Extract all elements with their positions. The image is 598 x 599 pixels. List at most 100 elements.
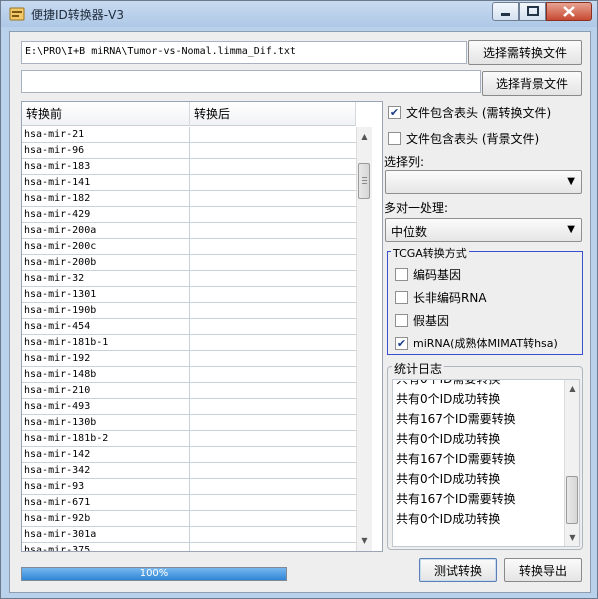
cell-before[interactable]: hsa-mir-1301 <box>22 287 190 303</box>
cell-after[interactable] <box>190 495 356 511</box>
cell-after[interactable] <box>190 159 356 175</box>
select-background-button[interactable]: 选择背景文件 <box>482 71 582 96</box>
tcga-pseudogene-checkbox[interactable] <box>395 314 408 327</box>
cell-before[interactable]: hsa-mir-32 <box>22 271 190 287</box>
header-target-checkbox[interactable]: ✔ <box>388 106 401 119</box>
scroll-thumb[interactable] <box>358 163 370 199</box>
cell-before[interactable]: hsa-mir-493 <box>22 399 190 415</box>
table-row[interactable]: hsa-mir-493 <box>22 399 356 415</box>
tcga-mirna-checkbox[interactable]: ✔ <box>395 336 408 350</box>
table-row[interactable]: hsa-mir-141 <box>22 175 356 191</box>
cell-before[interactable]: hsa-mir-429 <box>22 207 190 223</box>
table-row[interactable]: hsa-mir-130b <box>22 415 356 431</box>
tcga-option-lncrna[interactable]: 长非编码RNA <box>395 289 487 306</box>
test-convert-button[interactable]: 测试转换 <box>419 558 497 582</box>
title-bar[interactable]: 便捷ID转换器-V3 <box>1 1 597 27</box>
scroll-down-arrow-icon[interactable]: ▼ <box>357 533 372 548</box>
table-row[interactable]: hsa-mir-183 <box>22 159 356 175</box>
log-textarea[interactable]: 共有0个ID需要转换 共有0个ID成功转换 共有167个ID需要转换 共有0个ID成… <box>392 379 580 547</box>
cell-after[interactable] <box>190 191 356 207</box>
cell-before[interactable]: hsa-mir-200c <box>22 239 190 255</box>
table-row[interactable]: hsa-mir-200b <box>22 255 356 271</box>
table-row[interactable]: hsa-mir-92b <box>22 511 356 527</box>
header-background-option[interactable]: 文件包含表头 (背景文件) <box>388 130 539 147</box>
cell-before[interactable]: hsa-mir-141 <box>22 175 190 191</box>
cell-after[interactable] <box>190 207 356 223</box>
cell-after[interactable] <box>190 319 356 335</box>
table-scrollbar[interactable]: ▲ ▼ <box>356 127 372 551</box>
table-row[interactable]: hsa-mir-192 <box>22 351 356 367</box>
table-row[interactable]: hsa-mir-148b <box>22 367 356 383</box>
scroll-down-arrow-icon[interactable]: ▼ <box>565 530 579 545</box>
cell-after[interactable] <box>190 351 356 367</box>
table-row[interactable]: hsa-mir-190b <box>22 303 356 319</box>
table-row[interactable]: hsa-mir-200c <box>22 239 356 255</box>
select-column-dropdown[interactable]: ▼ <box>385 170 582 194</box>
cell-before[interactable]: hsa-mir-182 <box>22 191 190 207</box>
cell-after[interactable] <box>190 447 356 463</box>
cell-before[interactable]: hsa-mir-181b-1 <box>22 335 190 351</box>
header-target-option[interactable]: ✔ 文件包含表头 (需转换文件) <box>388 104 551 121</box>
cell-after[interactable] <box>190 271 356 287</box>
table-row[interactable]: hsa-mir-1301 <box>22 287 356 303</box>
cell-after[interactable] <box>190 239 356 255</box>
tcga-coding-checkbox[interactable] <box>395 268 408 281</box>
cell-before[interactable]: hsa-mir-190b <box>22 303 190 319</box>
cell-after[interactable] <box>190 367 356 383</box>
multi-dropdown[interactable]: 中位数 ▼ <box>385 218 582 242</box>
scroll-up-arrow-icon[interactable]: ▲ <box>565 381 579 396</box>
table-row[interactable]: hsa-mir-301a <box>22 527 356 543</box>
table-row[interactable]: hsa-mir-210 <box>22 383 356 399</box>
cell-after[interactable] <box>190 463 356 479</box>
cell-after[interactable] <box>190 127 356 143</box>
cell-before[interactable]: hsa-mir-454 <box>22 319 190 335</box>
cell-before[interactable]: hsa-mir-200a <box>22 223 190 239</box>
cell-after[interactable] <box>190 335 356 351</box>
cell-before[interactable]: hsa-mir-200b <box>22 255 190 271</box>
cell-after[interactable] <box>190 287 356 303</box>
cell-after[interactable] <box>190 223 356 239</box>
cell-after[interactable] <box>190 415 356 431</box>
cell-after[interactable] <box>190 143 356 159</box>
cell-before[interactable]: hsa-mir-671 <box>22 495 190 511</box>
cell-before[interactable]: hsa-mir-130b <box>22 415 190 431</box>
table-row[interactable]: hsa-mir-96 <box>22 143 356 159</box>
table-row[interactable]: hsa-mir-671 <box>22 495 356 511</box>
cell-before[interactable]: hsa-mir-375 <box>22 543 190 551</box>
table-row[interactable]: hsa-mir-200a <box>22 223 356 239</box>
cell-before[interactable]: hsa-mir-148b <box>22 367 190 383</box>
cell-after[interactable] <box>190 527 356 543</box>
log-scrollbar[interactable]: ▲ ▼ <box>564 380 579 546</box>
tcga-option-coding[interactable]: 编码基因 <box>395 266 461 283</box>
cell-after[interactable] <box>190 479 356 495</box>
cell-after[interactable] <box>190 543 356 551</box>
scroll-up-arrow-icon[interactable]: ▲ <box>357 129 372 144</box>
log-scroll-thumb[interactable] <box>566 476 578 524</box>
tcga-option-pseudogene[interactable]: 假基因 <box>395 312 449 329</box>
cell-before[interactable]: hsa-mir-301a <box>22 527 190 543</box>
cell-after[interactable] <box>190 255 356 271</box>
select-file-button[interactable]: 选择需转换文件 <box>468 40 582 65</box>
tcga-lncrna-checkbox[interactable] <box>395 291 408 304</box>
table-row[interactable]: hsa-mir-142 <box>22 447 356 463</box>
table-row[interactable]: hsa-mir-93 <box>22 479 356 495</box>
cell-before[interactable]: hsa-mir-96 <box>22 143 190 159</box>
maximize-button[interactable] <box>519 2 546 21</box>
header-background-checkbox[interactable] <box>388 132 401 145</box>
cell-after[interactable] <box>190 511 356 527</box>
table-row[interactable]: hsa-mir-375 <box>22 543 356 551</box>
cell-before[interactable]: hsa-mir-210 <box>22 383 190 399</box>
table-row[interactable]: hsa-mir-181b-2 <box>22 431 356 447</box>
cell-before[interactable]: hsa-mir-183 <box>22 159 190 175</box>
cell-before[interactable]: hsa-mir-92b <box>22 511 190 527</box>
table-row[interactable]: hsa-mir-21 <box>22 127 356 143</box>
convert-export-button[interactable]: 转换导出 <box>504 558 582 582</box>
cell-before[interactable]: hsa-mir-21 <box>22 127 190 143</box>
cell-after[interactable] <box>190 431 356 447</box>
close-button[interactable] <box>546 2 592 21</box>
column-header-before[interactable]: 转换前 <box>22 102 190 126</box>
tcga-option-mirna[interactable]: ✔ miRNA(成熟体MIMAT转hsa) <box>395 335 558 351</box>
cell-before[interactable]: hsa-mir-192 <box>22 351 190 367</box>
table-row[interactable]: hsa-mir-454 <box>22 319 356 335</box>
cell-after[interactable] <box>190 383 356 399</box>
